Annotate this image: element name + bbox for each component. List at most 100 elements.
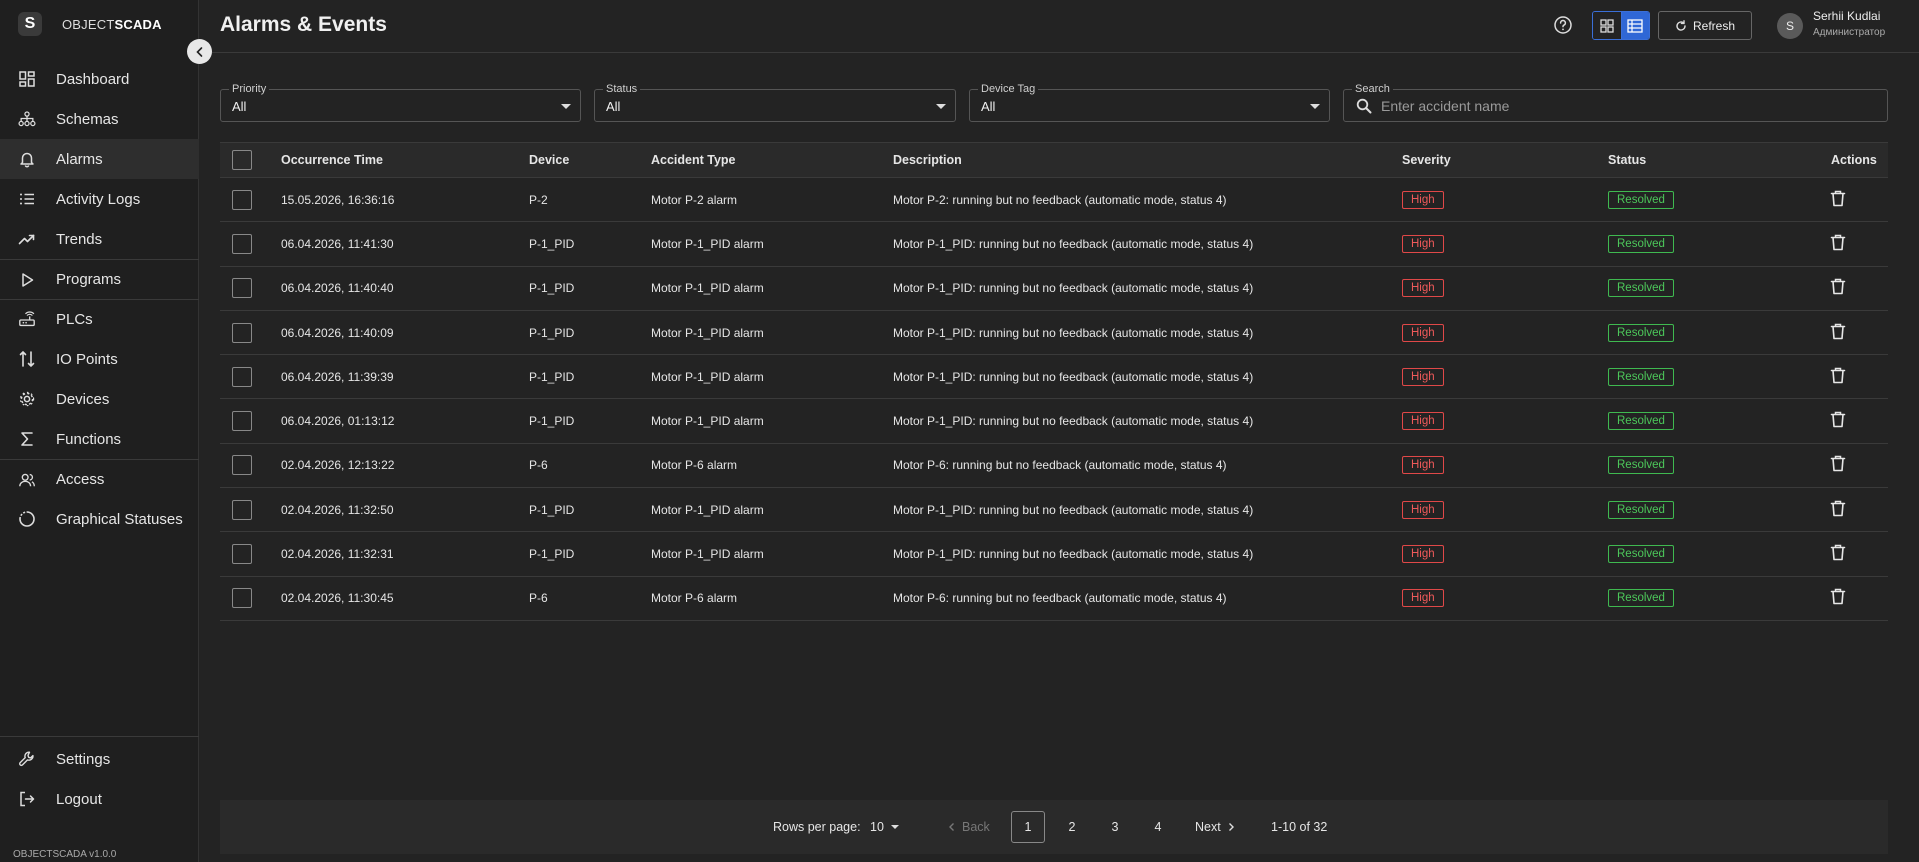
- page-button-3[interactable]: 3: [1098, 811, 1132, 843]
- row-checkbox[interactable]: [232, 278, 252, 299]
- status-filter[interactable]: Status All: [594, 83, 956, 122]
- priority-filter-value: All: [232, 99, 247, 114]
- row-checkbox[interactable]: [232, 499, 252, 520]
- refresh-label: Refresh: [1692, 18, 1736, 33]
- sidebar-item-settings[interactable]: Settings: [0, 739, 199, 779]
- sidebar-item-programs[interactable]: Programs: [0, 259, 199, 299]
- delete-button[interactable]: [1830, 455, 1846, 476]
- table-row[interactable]: 06.04.2026, 11:39:39 P-1_PID Motor P-1_PID…: [220, 355, 1888, 400]
- row-checkbox[interactable]: [232, 544, 252, 565]
- cell-device: P-6: [529, 591, 548, 606]
- sidebar-item-alarms[interactable]: Alarms: [0, 139, 199, 179]
- column-header-accident-type[interactable]: Accident Type: [651, 153, 736, 167]
- row-checkbox[interactable]: [232, 322, 252, 343]
- column-header-occurrence-time[interactable]: Occurrence Time: [281, 153, 383, 167]
- sidebar-item-activity-logs[interactable]: Activity Logs: [0, 179, 199, 219]
- select-all-checkbox[interactable]: [232, 150, 252, 170]
- sidebar-item-label: Devices: [56, 390, 110, 408]
- sidebar-item-schemas[interactable]: Schemas: [0, 99, 199, 139]
- sidebar-item-plcs[interactable]: PLCs: [0, 299, 199, 339]
- io-icon: [18, 350, 36, 368]
- status-badge: Resolved: [1608, 279, 1674, 298]
- table-row[interactable]: 06.04.2026, 11:40:40 P-1_PID Motor P-1_PID…: [220, 267, 1888, 311]
- delete-button[interactable]: [1830, 366, 1846, 387]
- grid-icon: [1600, 18, 1614, 33]
- severity-badge: High: [1402, 323, 1444, 342]
- column-header-description[interactable]: Description: [893, 153, 962, 167]
- trash-icon: [1830, 278, 1846, 299]
- next-label: Next: [1195, 820, 1221, 834]
- sidebar-item-io-points[interactable]: IO Points: [0, 339, 199, 379]
- table-row[interactable]: 06.04.2026, 11:41:30 P-1_PID Motor P-1_PID…: [220, 222, 1888, 267]
- row-checkbox[interactable]: [232, 411, 252, 432]
- table-row[interactable]: 15.05.2026, 16:36:16 P-2 Motor P-2 alarm Mo…: [220, 178, 1888, 223]
- status-badge: Resolved: [1608, 545, 1674, 564]
- cell-occurrence-time: 06.04.2026, 11:39:39: [281, 369, 394, 384]
- delete-button[interactable]: [1830, 588, 1846, 609]
- sidebar-collapse-button[interactable]: [187, 39, 212, 64]
- cell-description: Motor P-2: running but no feedback (auto…: [893, 192, 1227, 207]
- cell-device: P-1_PID: [529, 236, 575, 251]
- rows-per-page-select[interactable]: 10: [870, 820, 899, 834]
- delete-button[interactable]: [1830, 544, 1846, 565]
- row-checkbox[interactable]: [232, 588, 252, 609]
- sidebar-item-functions[interactable]: Functions: [0, 419, 199, 459]
- table-icon: [1627, 18, 1643, 33]
- column-header-severity[interactable]: Severity: [1402, 153, 1451, 167]
- gear-icon: [18, 390, 36, 408]
- cell-occurrence-time: 15.05.2026, 16:36:16: [281, 192, 395, 207]
- sidebar-item-label: PLCs: [56, 311, 93, 328]
- router-icon: [18, 310, 36, 329]
- delete-button[interactable]: [1830, 233, 1846, 254]
- trash-icon: [1830, 234, 1846, 254]
- table-row[interactable]: 02.04.2026, 11:32:50 P-1_PID Motor P-1_PID…: [220, 488, 1888, 533]
- column-header-device[interactable]: Device: [529, 153, 569, 167]
- row-checkbox[interactable]: [232, 455, 252, 476]
- refresh-button[interactable]: Refresh: [1658, 11, 1752, 40]
- severity-badge: High: [1402, 279, 1444, 298]
- bell-icon: [18, 150, 36, 168]
- priority-filter[interactable]: Priority All: [220, 83, 581, 122]
- device-tag-filter-label: Device Tag: [978, 83, 1039, 96]
- page-button-1[interactable]: 1: [1011, 811, 1045, 843]
- column-header-status[interactable]: Status: [1608, 153, 1646, 167]
- table-view-button[interactable]: [1621, 12, 1649, 39]
- search-input[interactable]: [1381, 96, 1861, 116]
- page-button-2[interactable]: 2: [1055, 811, 1089, 843]
- back-button[interactable]: Back: [948, 820, 990, 834]
- caret-down-icon: [890, 825, 899, 829]
- delete-button[interactable]: [1830, 278, 1846, 299]
- delete-button[interactable]: [1830, 411, 1846, 432]
- refresh-icon: [1676, 19, 1686, 31]
- table-row[interactable]: 06.04.2026, 11:40:09 P-1_PID Motor P-1_PID…: [220, 311, 1888, 356]
- row-checkbox[interactable]: [232, 233, 252, 254]
- delete-button[interactable]: [1830, 322, 1846, 343]
- row-checkbox[interactable]: [232, 366, 252, 387]
- sidebar-item-trends[interactable]: Trends: [0, 219, 199, 259]
- delete-button[interactable]: [1830, 499, 1846, 520]
- table-header: Occurrence Time Device Accident Type Des…: [220, 142, 1888, 178]
- next-button[interactable]: Next: [1195, 820, 1235, 834]
- sidebar-item-logout[interactable]: Logout: [0, 779, 199, 819]
- table-row[interactable]: 02.04.2026, 12:13:22 P-6 Motor P-6 alarm Mo…: [220, 444, 1888, 489]
- sidebar-item-access[interactable]: Access: [0, 459, 199, 499]
- table-row[interactable]: 02.04.2026, 11:30:45 P-6 Motor P-6 alarm Mo…: [220, 577, 1888, 621]
- delete-button[interactable]: [1830, 189, 1846, 210]
- table-row[interactable]: 02.04.2026, 11:32:31 P-1_PID Motor P-1_PID…: [220, 532, 1888, 577]
- priority-filter-label: Priority: [229, 83, 270, 96]
- sidebar-item-devices[interactable]: Devices: [0, 379, 199, 419]
- caret-down-icon: [561, 104, 571, 109]
- page-button-4[interactable]: 4: [1141, 811, 1175, 843]
- avatar[interactable]: S: [1777, 13, 1803, 39]
- trash-icon: [1830, 500, 1846, 520]
- sidebar-item-graphical-statuses[interactable]: Graphical Statuses: [0, 499, 199, 539]
- sidebar-item-label: Graphical Statuses: [56, 510, 183, 528]
- app-root: S OBJECTSCADA Dashboard Schemas Alarms Acti…: [0, 0, 1919, 862]
- grid-view-button[interactable]: [1593, 12, 1622, 39]
- table-row[interactable]: 06.04.2026, 01:13:12 P-1_PID Motor P-1_PID…: [220, 399, 1888, 444]
- device-tag-filter[interactable]: Device Tag All: [969, 83, 1330, 122]
- app-logo[interactable]: S OBJECTSCADA: [18, 12, 162, 36]
- help-icon[interactable]: [1553, 15, 1573, 35]
- row-checkbox[interactable]: [232, 189, 252, 210]
- sidebar-item-dashboard[interactable]: Dashboard: [0, 59, 199, 99]
